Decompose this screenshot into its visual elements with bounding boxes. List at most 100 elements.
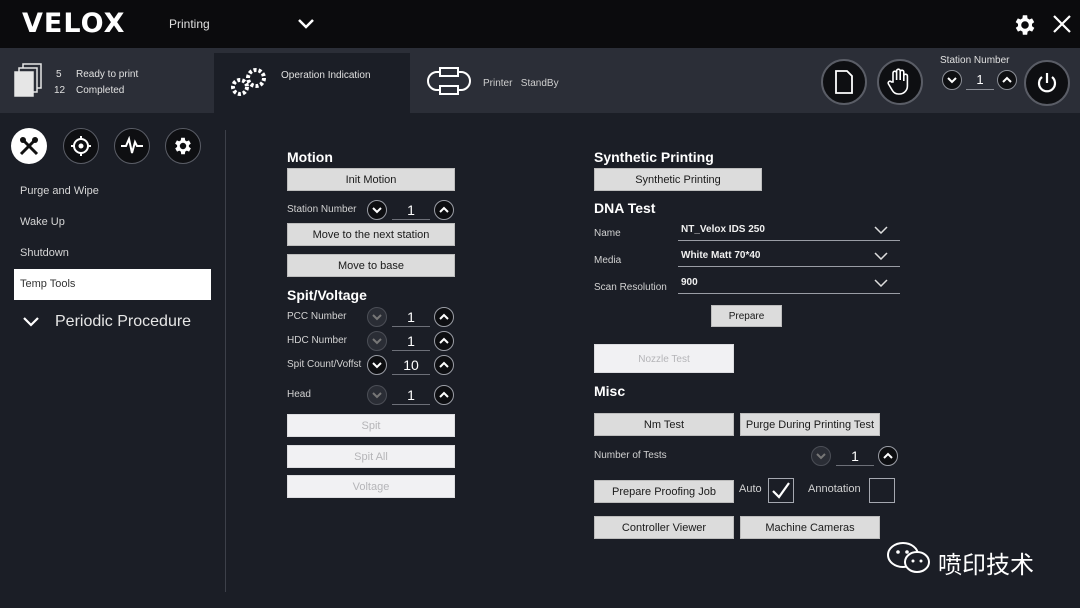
machine-cameras-button[interactable]: Machine Cameras — [740, 516, 880, 539]
sidebar-item-purge-and-wipe[interactable]: Purge and Wipe — [14, 176, 211, 207]
operation-indication-label: Operation Indication — [281, 70, 371, 81]
tests-increment-button[interactable] — [878, 446, 898, 466]
watermark-text: 喷印技术 — [938, 551, 1034, 579]
gears-icon — [231, 68, 266, 96]
head-decrement-button[interactable] — [367, 385, 387, 405]
voltage-button[interactable]: Voltage — [287, 475, 455, 498]
chevron-up-icon — [439, 313, 449, 320]
spit-button[interactable]: Spit — [287, 414, 455, 437]
purge-during-printing-test-button[interactable]: Purge During Printing Test — [740, 413, 880, 436]
pcc-number-value[interactable]: 1 — [392, 307, 430, 327]
document-button[interactable] — [821, 59, 867, 105]
name-label: Name — [594, 228, 621, 239]
move-to-base-button[interactable]: Move to base — [287, 254, 455, 277]
hdc-number-value[interactable]: 1 — [392, 331, 430, 351]
head-label: Head — [287, 389, 311, 400]
checkmark-icon — [772, 482, 790, 499]
completed-label: Completed — [76, 85, 125, 96]
chevron-up-icon — [439, 391, 449, 398]
auto-label: Auto — [739, 483, 762, 495]
sidebar-item-shutdown[interactable]: Shutdown — [14, 238, 211, 269]
prepare-proofing-job-button[interactable]: Prepare Proofing Job — [594, 480, 734, 503]
chevron-down-icon — [372, 207, 382, 214]
printer-label: Printer — [483, 78, 513, 89]
tab-operation-indication[interactable]: Operation Indication — [214, 53, 410, 113]
chevron-up-icon — [439, 337, 449, 344]
sidebar-item-wake-up[interactable]: Wake Up — [14, 207, 211, 238]
printer-state: StandBy — [520, 78, 559, 89]
chevron-up-icon — [439, 361, 449, 368]
head-value[interactable]: 1 — [392, 385, 430, 405]
station-decrement-button[interactable] — [367, 200, 387, 220]
gear-icon — [175, 137, 191, 155]
hdc-decrement-button[interactable] — [367, 331, 387, 351]
chevron-down-icon[interactable] — [22, 314, 40, 330]
station-decrement-button[interactable] — [942, 70, 962, 90]
synthetic-printing-button[interactable]: Synthetic Printing — [594, 168, 762, 191]
scan-resolution-label: Scan Resolution — [594, 282, 667, 293]
chevron-down-icon — [372, 392, 382, 399]
init-motion-button[interactable]: Init Motion — [287, 168, 455, 191]
tools-tab-button[interactable] — [11, 128, 47, 164]
document-icon — [835, 70, 853, 94]
chevron-down-icon[interactable] — [296, 14, 316, 34]
chevron-down-icon — [372, 314, 382, 321]
stop-hand-button[interactable] — [877, 59, 923, 105]
chevron-down-icon — [874, 226, 888, 234]
waveform-tab-button[interactable] — [114, 128, 150, 164]
power-button[interactable] — [1024, 60, 1070, 106]
chevron-down-icon — [874, 279, 888, 287]
prepare-button[interactable]: Prepare — [711, 305, 782, 327]
settings-tab-button[interactable] — [165, 128, 201, 164]
chevron-down-icon — [372, 338, 382, 345]
hdc-increment-button[interactable] — [434, 331, 454, 351]
chevron-down-icon — [874, 252, 888, 260]
ready-count: 5 — [56, 69, 62, 80]
spit-count-decrement-button[interactable] — [367, 355, 387, 375]
pcc-increment-button[interactable] — [434, 307, 454, 327]
dna-test-title: DNA Test — [594, 200, 656, 216]
hand-icon — [887, 68, 909, 95]
media-dropdown[interactable]: White Matt 70*40 — [678, 248, 900, 267]
scan-resolution-selected-value: 900 — [681, 277, 698, 288]
station-number-label: Station Number — [287, 204, 357, 215]
spit-all-button[interactable]: Spit All — [287, 445, 455, 468]
divider — [225, 130, 226, 592]
nozzle-test-button[interactable]: Nozzle Test — [594, 344, 734, 373]
close-icon[interactable] — [1050, 12, 1074, 36]
target-tab-button[interactable] — [63, 128, 99, 164]
periodic-procedure-section[interactable]: Periodic Procedure — [55, 313, 191, 331]
chevron-down-icon — [372, 362, 382, 369]
scan-resolution-dropdown[interactable]: 900 — [678, 275, 900, 294]
station-number-value[interactable]: 1 — [966, 72, 994, 90]
station-increment-button[interactable] — [434, 200, 454, 220]
chevron-down-icon — [947, 77, 957, 84]
spit-count-label: Spit Count/Voffst — [287, 359, 362, 370]
wechat-icon — [887, 542, 930, 573]
head-increment-button[interactable] — [434, 385, 454, 405]
media-selected-value: White Matt 70*40 — [681, 250, 761, 261]
station-increment-button[interactable] — [997, 70, 1017, 90]
chevron-down-icon — [816, 453, 826, 460]
spit-count-increment-button[interactable] — [434, 355, 454, 375]
tests-decrement-button[interactable] — [811, 446, 831, 466]
controller-viewer-button[interactable]: Controller Viewer — [594, 516, 734, 539]
nm-test-button[interactable]: Nm Test — [594, 413, 734, 436]
gear-icon[interactable] — [1012, 12, 1038, 38]
spit-count-value[interactable]: 10 — [392, 355, 430, 375]
velox-logo: VELOX — [22, 8, 126, 39]
sidebar-item-temp-tools[interactable]: Temp Tools — [14, 269, 211, 300]
media-label: Media — [594, 255, 622, 266]
synthetic-printing-title: Synthetic Printing — [594, 149, 714, 165]
name-selected-value: NT_Velox IDS 250 — [681, 224, 765, 235]
name-dropdown[interactable]: NT_Velox IDS 250 — [678, 222, 900, 241]
move-next-station-button[interactable]: Move to the next station — [287, 223, 455, 246]
station-number-value[interactable]: 1 — [392, 200, 430, 220]
number-of-tests-value[interactable]: 1 — [836, 446, 874, 466]
mode-label: Printing — [169, 17, 210, 31]
annotation-checkbox[interactable] — [869, 478, 895, 503]
auto-checkbox[interactable] — [768, 478, 794, 503]
pcc-decrement-button[interactable] — [367, 307, 387, 327]
hdc-number-label: HDC Number — [287, 335, 348, 346]
spit-voltage-title: Spit/Voltage — [287, 287, 367, 303]
